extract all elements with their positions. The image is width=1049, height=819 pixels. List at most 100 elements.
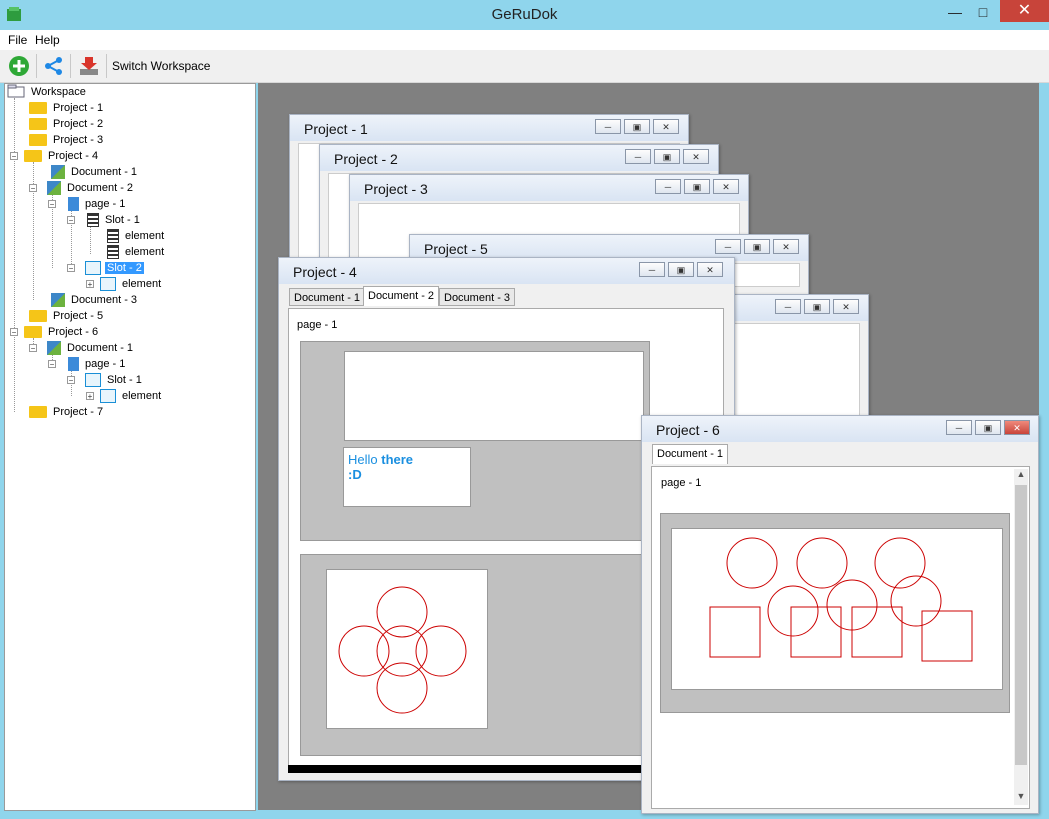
toolbar-separator xyxy=(106,54,107,78)
window-title-bar[interactable]: Project - 4 ─ ▣ ✕ xyxy=(279,258,734,284)
collapse-toggle[interactable]: − xyxy=(48,200,56,209)
collapse-toggle[interactable]: − xyxy=(48,360,56,369)
restore-icon[interactable]: ▣ xyxy=(684,179,710,194)
restore-icon[interactable]: ▣ xyxy=(624,119,650,134)
collapse-toggle[interactable]: − xyxy=(29,344,37,353)
tree-node-project[interactable]: Project - 1 xyxy=(29,100,105,116)
tree-node-document[interactable]: − Document - 2 xyxy=(29,180,135,196)
close-icon[interactable]: ✕ xyxy=(833,299,859,314)
close-icon[interactable]: ✕ xyxy=(653,119,679,134)
collapse-toggle[interactable]: − xyxy=(29,184,37,193)
switch-workspace-button[interactable]: Switch Workspace xyxy=(112,59,210,73)
minimize-icon[interactable]: ─ xyxy=(715,239,741,254)
restore-icon[interactable]: ▣ xyxy=(744,239,770,254)
restore-icon[interactable]: ▣ xyxy=(668,262,694,277)
workspace-icon xyxy=(7,84,25,101)
tab-document-1[interactable]: Document - 1 xyxy=(289,288,366,306)
window-title-bar[interactable]: Project - 2 ─ ▣ ✕ xyxy=(320,145,718,171)
tree-node-slot[interactable]: − Slot - 1 xyxy=(67,212,142,228)
tree-node-element[interactable]: element xyxy=(107,244,166,260)
tree-node-project[interactable]: Project - 7 xyxy=(29,404,105,420)
collapse-toggle[interactable]: − xyxy=(67,216,75,225)
tree-node-page[interactable]: − page - 1 xyxy=(48,196,127,212)
scrollbar-thumb[interactable] xyxy=(1015,485,1027,765)
tree-node-project[interactable]: Project - 5 xyxy=(29,308,105,324)
workspace-tree[interactable]: Workspace Project - 1 Project - 2 Projec… xyxy=(4,83,256,811)
share-icon[interactable] xyxy=(44,56,64,79)
close-icon[interactable]: ✕ xyxy=(713,179,739,194)
expand-toggle[interactable]: + xyxy=(86,280,94,289)
tree-node-document[interactable]: Document - 1 xyxy=(51,164,139,180)
minimize-icon[interactable]: ─ xyxy=(639,262,665,277)
collapse-toggle[interactable]: − xyxy=(10,152,18,161)
minimize-icon[interactable]: ─ xyxy=(775,299,801,314)
element-text-icon xyxy=(107,229,119,243)
image-element[interactable] xyxy=(326,569,488,729)
tree-node-element[interactable]: + element xyxy=(86,276,163,292)
tree-node-label: Document - 2 xyxy=(67,182,134,194)
text-element[interactable]: Hello there :D xyxy=(343,447,471,507)
slot-image[interactable] xyxy=(300,554,650,756)
document-icon xyxy=(47,181,61,195)
collapse-toggle[interactable]: − xyxy=(10,328,18,337)
minimize-icon[interactable]: ─ xyxy=(655,179,681,194)
tab-document-2[interactable]: Document - 2 xyxy=(363,286,440,306)
close-icon[interactable]: ✕ xyxy=(773,239,799,254)
menu-help[interactable]: Help xyxy=(35,33,60,47)
minimize-icon[interactable]: ─ xyxy=(625,149,651,164)
toolbar-separator xyxy=(36,54,37,78)
close-icon[interactable]: ✕ xyxy=(1000,0,1049,22)
minimize-icon[interactable]: ─ xyxy=(946,420,972,435)
window-project-6[interactable]: Project - 6 ─ ▣ ✕ Document - 1 page - 1 ▲ … xyxy=(641,415,1039,814)
tree-node-element[interactable]: + element xyxy=(86,388,163,404)
tab-document-3[interactable]: Document - 3 xyxy=(439,288,516,306)
tree-node-project[interactable]: − Project - 4 xyxy=(10,148,100,164)
scroll-down-icon[interactable]: ▼ xyxy=(1014,791,1028,805)
restore-icon[interactable]: ▣ xyxy=(654,149,680,164)
tree-node-project[interactable]: Project - 3 xyxy=(29,132,105,148)
element-image-icon xyxy=(100,277,116,291)
window-title-bar[interactable]: Project - 3 ─ ▣ ✕ xyxy=(350,175,748,201)
folder-icon xyxy=(29,406,47,418)
download-icon[interactable] xyxy=(78,55,100,80)
slot-image[interactable] xyxy=(660,513,1010,713)
page-icon xyxy=(68,357,79,371)
text-element[interactable] xyxy=(344,351,644,441)
maximize-icon[interactable]: □ xyxy=(966,2,1000,24)
tree-node-slot[interactable]: − Slot - 2 xyxy=(67,260,144,276)
vertical-scrollbar[interactable]: ▲ ▼ xyxy=(1014,469,1028,805)
tree-node-element[interactable]: element xyxy=(107,228,166,244)
tree-node-label: Slot - 1 xyxy=(105,214,140,226)
close-icon[interactable]: ✕ xyxy=(683,149,709,164)
image-element[interactable] xyxy=(671,528,1003,690)
tree-node-label: element xyxy=(125,246,165,258)
restore-icon[interactable]: ▣ xyxy=(804,299,830,314)
window-title-bar[interactable]: Project - 1 ─ ▣ ✕ xyxy=(290,115,688,141)
tree-node-document[interactable]: Document - 3 xyxy=(51,292,139,308)
close-icon[interactable]: ✕ xyxy=(1004,420,1030,435)
expand-toggle[interactable]: + xyxy=(86,392,94,401)
tree-node-project[interactable]: Project - 2 xyxy=(29,116,105,132)
tree-node-label: element xyxy=(125,230,165,242)
tree-node-label: Project - 3 xyxy=(53,134,104,146)
slot-text[interactable]: Hello there :D xyxy=(300,341,650,541)
close-icon[interactable]: ✕ xyxy=(697,262,723,277)
collapse-toggle[interactable]: − xyxy=(67,264,75,273)
tree-node-document[interactable]: − Document - 1 xyxy=(29,340,135,356)
collapse-toggle[interactable]: − xyxy=(67,376,75,385)
menu-bar xyxy=(0,30,1049,50)
add-icon[interactable] xyxy=(8,55,30,80)
menu-file[interactable]: File xyxy=(8,33,27,47)
scroll-up-icon[interactable]: ▲ xyxy=(1014,469,1028,483)
document-view[interactable]: page - 1 ▲ ▼ xyxy=(651,466,1030,809)
tab-document-1[interactable]: Document - 1 xyxy=(652,444,729,464)
tree-node-workspace[interactable]: Workspace xyxy=(7,84,88,100)
tree-node-project[interactable]: − Project - 6 xyxy=(10,324,100,340)
window-title-bar[interactable]: Project - 6 ─ ▣ ✕ xyxy=(642,416,1038,442)
tree-node-slot[interactable]: − Slot - 1 xyxy=(67,372,144,388)
window-title: Project - 3 xyxy=(364,181,428,197)
tree-node-page[interactable]: − page - 1 xyxy=(48,356,127,372)
minimize-icon[interactable]: ─ xyxy=(595,119,621,134)
text-hello: Hello xyxy=(348,452,378,467)
restore-icon[interactable]: ▣ xyxy=(975,420,1001,435)
